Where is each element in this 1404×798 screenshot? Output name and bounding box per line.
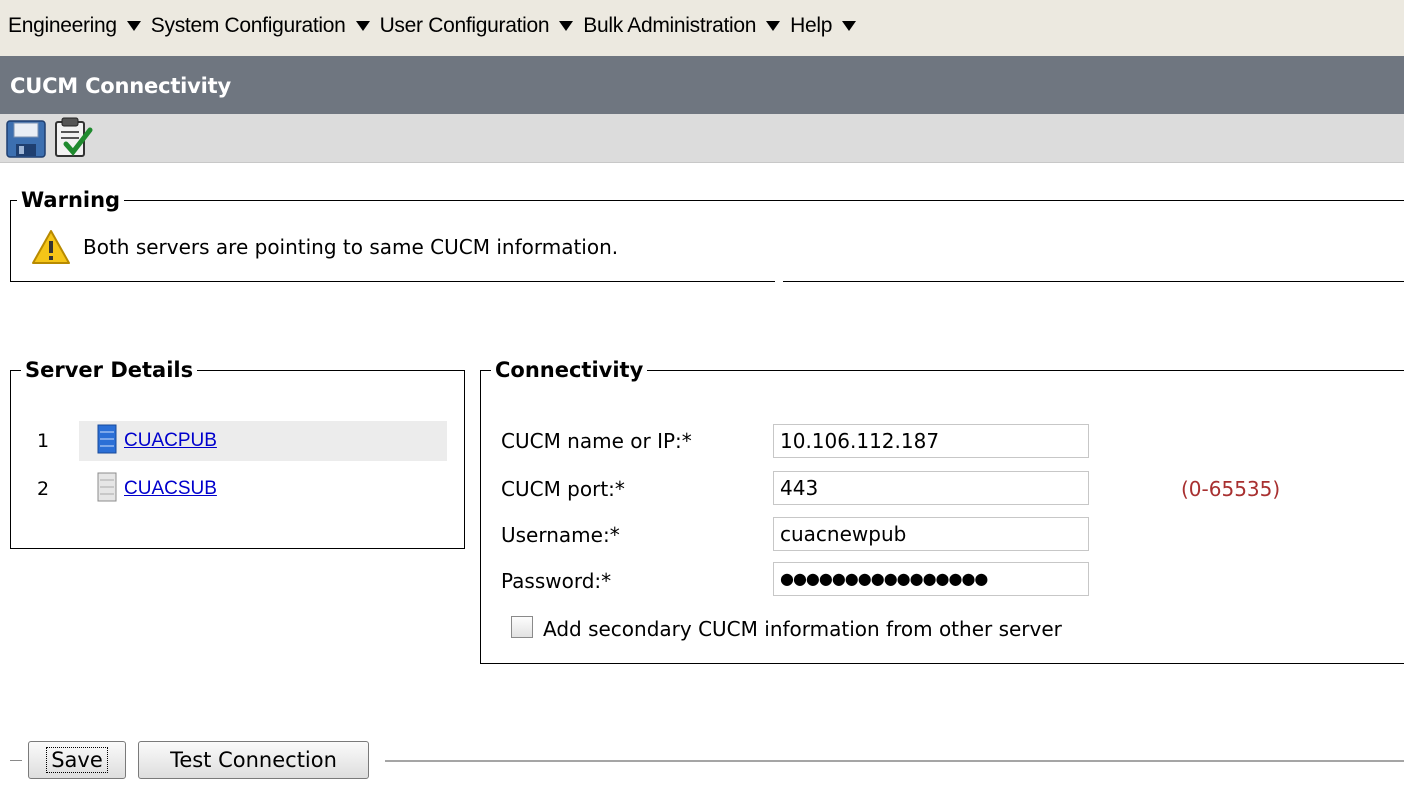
server-number: 1 xyxy=(37,430,50,452)
server-row[interactable]: 1 CUACPUB xyxy=(19,421,459,461)
cucm-port-label: CUCM port:* xyxy=(501,477,625,501)
server-number: 2 xyxy=(37,478,50,500)
menu-bar: Engineering System Configuration User Co… xyxy=(0,0,1404,56)
divider-gap xyxy=(775,278,783,284)
test-connection-button[interactable]: Test Connection xyxy=(138,741,369,779)
server-inactive-icon xyxy=(97,472,117,506)
password-label: Password:* xyxy=(501,569,612,593)
server-link[interactable]: CUACPUB xyxy=(124,430,217,452)
connectivity-legend: Connectivity xyxy=(491,356,648,384)
warning-message: Both servers are pointing to same CUCM i… xyxy=(83,235,619,259)
server-row[interactable]: 2 CUACSUB xyxy=(19,469,459,509)
test-connection-label: Test Connection xyxy=(170,748,337,772)
warning-triangle-icon xyxy=(31,229,71,269)
save-button[interactable]: Save xyxy=(28,741,126,779)
page-title: CUCM Connectivity xyxy=(10,74,231,98)
warning-legend: Warning xyxy=(17,186,125,214)
divider xyxy=(385,760,1404,762)
username-input[interactable] xyxy=(773,517,1089,551)
server-active-icon xyxy=(97,424,117,458)
clipboard-check-icon[interactable] xyxy=(50,116,94,160)
menu-help[interactable]: Help xyxy=(790,14,857,38)
save-button-label: Save xyxy=(46,747,108,773)
toolbar xyxy=(0,114,1404,163)
connectivity-group: Connectivity CUCM name or IP:* CUCM port… xyxy=(480,356,1404,664)
username-label: Username:* xyxy=(501,523,620,547)
chevron-down-icon xyxy=(126,21,141,31)
menu-engineering[interactable]: Engineering xyxy=(8,14,141,38)
server-link[interactable]: CUACSUB xyxy=(124,478,217,500)
menu-system-configuration[interactable]: System Configuration xyxy=(151,14,370,38)
warning-group: Warning Both servers are pointing to sam… xyxy=(10,186,1404,282)
secondary-cucm-checkbox[interactable] xyxy=(511,616,533,638)
cucm-name-label: CUCM name or IP:* xyxy=(501,429,692,453)
menu-items: Engineering System Configuration User Co… xyxy=(8,14,866,38)
chevron-down-icon xyxy=(559,21,574,31)
server-details-legend: Server Details xyxy=(21,356,198,384)
password-input[interactable]: ●●●●●●●●●●●●●●●● xyxy=(773,562,1089,596)
divider xyxy=(10,760,22,761)
title-bar: CUCM Connectivity xyxy=(0,56,1404,114)
cucm-name-input[interactable] xyxy=(773,424,1089,458)
chevron-down-icon xyxy=(842,21,857,31)
cucm-port-input[interactable] xyxy=(773,471,1089,505)
port-range-hint: (0-65535) xyxy=(1181,477,1281,501)
chevron-down-icon xyxy=(355,21,370,31)
menu-bulk-administration[interactable]: Bulk Administration xyxy=(583,14,781,38)
chevron-down-icon xyxy=(766,21,781,31)
menu-user-configuration[interactable]: User Configuration xyxy=(380,14,574,38)
floppy-disk-icon[interactable] xyxy=(4,116,48,160)
secondary-cucm-label: Add secondary CUCM information from othe… xyxy=(543,617,1062,641)
server-details-group: Server Details 1 CUACPUB 2 CUACSUB xyxy=(10,356,465,549)
